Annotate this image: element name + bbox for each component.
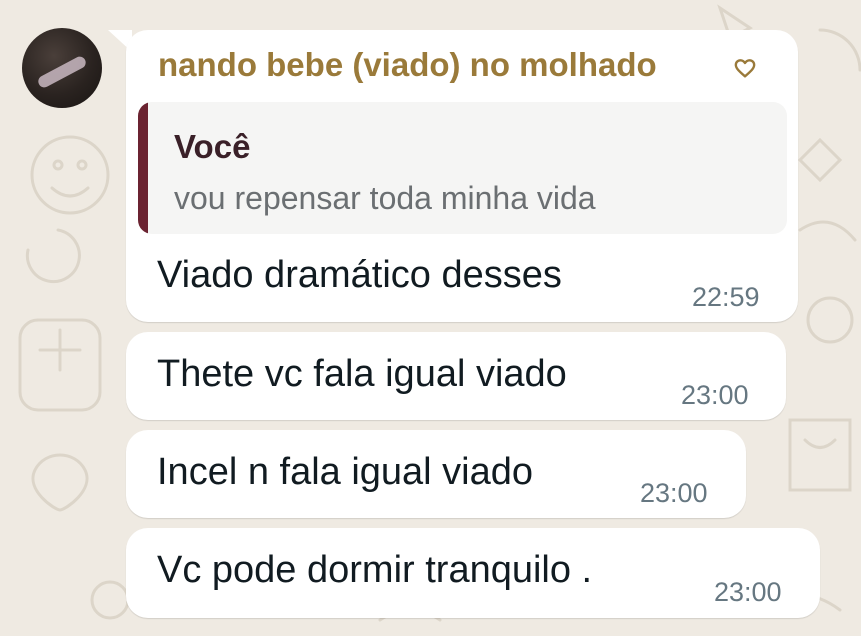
sender-name[interactable]: nando bebe (viado) no molhado [158, 46, 657, 84]
sender-avatar[interactable] [22, 28, 102, 108]
message-text: Viado dramático desses [157, 254, 562, 296]
quote-accent-bar [138, 102, 148, 234]
message-timestamp: 22:59 [692, 282, 760, 312]
quote-text: vou repensar toda minha vida [174, 180, 596, 216]
message-text: Vc pode dormir tranquilo . [157, 549, 593, 591]
message-timestamp: 23:00 [714, 577, 782, 607]
heart-outline-icon [734, 59, 756, 78]
message-text: Incel n fala igual viado [157, 451, 534, 493]
message-text: Thete vc fala igual viado [157, 353, 567, 395]
quote-author: Você [174, 128, 251, 165]
quoted-reply[interactable]: Você vou repensar toda minha vida [138, 102, 787, 234]
message-timestamp: 23:00 [640, 478, 708, 508]
message-timestamp: 23:00 [681, 380, 749, 410]
